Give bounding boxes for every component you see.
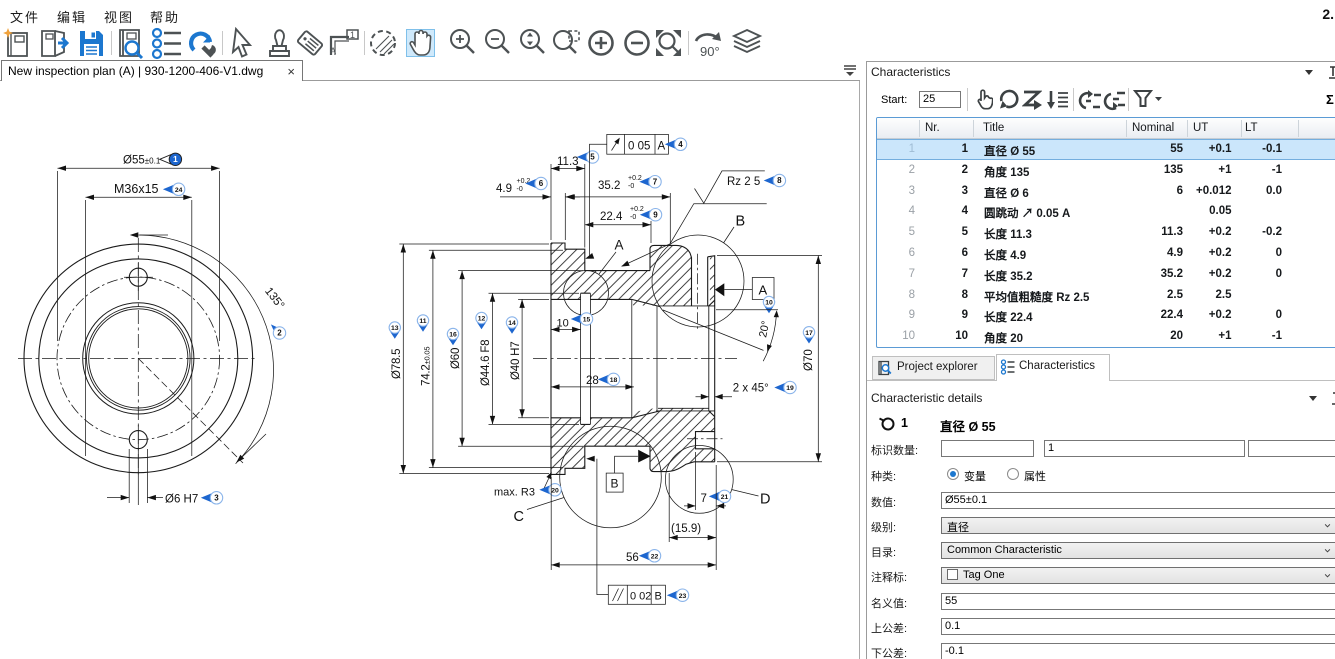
svg-text:22.4: 22.4 — [600, 211, 623, 223]
svg-text:35.2: 35.2 — [598, 180, 620, 192]
svg-text:9: 9 — [653, 210, 658, 219]
svg-text:16: 16 — [449, 332, 457, 339]
svg-text:10: 10 — [765, 300, 773, 307]
svg-text:A: A — [759, 283, 768, 298]
svg-text:1: 1 — [350, 30, 355, 40]
svg-text:B: B — [611, 477, 619, 491]
svg-text:15: 15 — [583, 317, 591, 324]
svg-text:Ø60: Ø60 — [450, 348, 462, 369]
svg-text:Ø78.5: Ø78.5 — [391, 349, 403, 379]
svg-text:11: 11 — [419, 318, 426, 325]
svg-text:13: 13 — [391, 325, 399, 332]
svg-text:+0.2: +0.2 — [630, 206, 644, 213]
svg-text:Ø55±0.1: Ø55±0.1 — [123, 155, 161, 167]
svg-text:8: 8 — [777, 176, 782, 185]
svg-text:2: 2 — [277, 329, 282, 338]
svg-text:4: 4 — [678, 140, 683, 149]
svg-text:B: B — [655, 591, 662, 603]
svg-text:18: 18 — [610, 377, 618, 384]
svg-text:12: 12 — [478, 316, 486, 323]
svg-text:(15.9): (15.9) — [671, 523, 701, 535]
svg-text:max. R3: max. R3 — [494, 487, 535, 499]
svg-text:135°: 135° — [262, 285, 286, 311]
svg-text:22: 22 — [651, 553, 659, 560]
svg-text:21: 21 — [721, 494, 729, 501]
svg-text:23: 23 — [679, 593, 687, 600]
svg-text:3: 3 — [214, 493, 219, 502]
svg-text:-0: -0 — [628, 183, 634, 190]
svg-text:C: C — [514, 509, 524, 525]
svg-text:28: 28 — [586, 375, 599, 387]
svg-text:1: 1 — [173, 154, 178, 164]
svg-text:11.3: 11.3 — [557, 156, 579, 168]
svg-text:14: 14 — [508, 320, 516, 327]
svg-text:20: 20 — [551, 487, 559, 494]
svg-text:74.2±0.05: 74.2±0.05 — [421, 347, 433, 386]
svg-text:Ø70: Ø70 — [803, 349, 815, 371]
svg-text:20°: 20° — [757, 320, 772, 339]
svg-text:Ø44.6 F8: Ø44.6 F8 — [480, 340, 492, 386]
svg-text:17: 17 — [805, 330, 813, 337]
svg-text:7: 7 — [653, 177, 658, 186]
svg-text:0 05: 0 05 — [628, 141, 650, 153]
svg-text:Rz 2 5: Rz 2 5 — [727, 176, 760, 188]
svg-text:90°: 90° — [700, 44, 720, 59]
svg-text:24: 24 — [175, 187, 183, 194]
svg-text:-0: -0 — [517, 186, 523, 193]
svg-text:Ø40 H7: Ø40 H7 — [510, 342, 522, 380]
svg-text:A: A — [330, 46, 336, 56]
svg-text:6: 6 — [539, 179, 544, 188]
svg-text:A: A — [658, 141, 666, 153]
svg-text:D: D — [760, 492, 770, 508]
svg-text:+0.2: +0.2 — [628, 175, 642, 182]
svg-text:B: B — [736, 214, 746, 230]
svg-text:M36x15: M36x15 — [114, 182, 159, 196]
svg-text:4.9: 4.9 — [496, 183, 512, 195]
svg-text:0 02: 0 02 — [630, 591, 651, 603]
svg-text:19: 19 — [786, 385, 794, 392]
svg-text:5: 5 — [590, 153, 595, 162]
svg-text:Ø6 H7: Ø6 H7 — [165, 494, 198, 506]
svg-text:10: 10 — [557, 318, 569, 330]
svg-text:A: A — [615, 238, 624, 253]
svg-text:56: 56 — [626, 552, 639, 564]
svg-text:2 x 45°: 2 x 45° — [733, 383, 769, 395]
svg-text:-0: -0 — [630, 214, 636, 221]
svg-text:7: 7 — [701, 493, 707, 505]
